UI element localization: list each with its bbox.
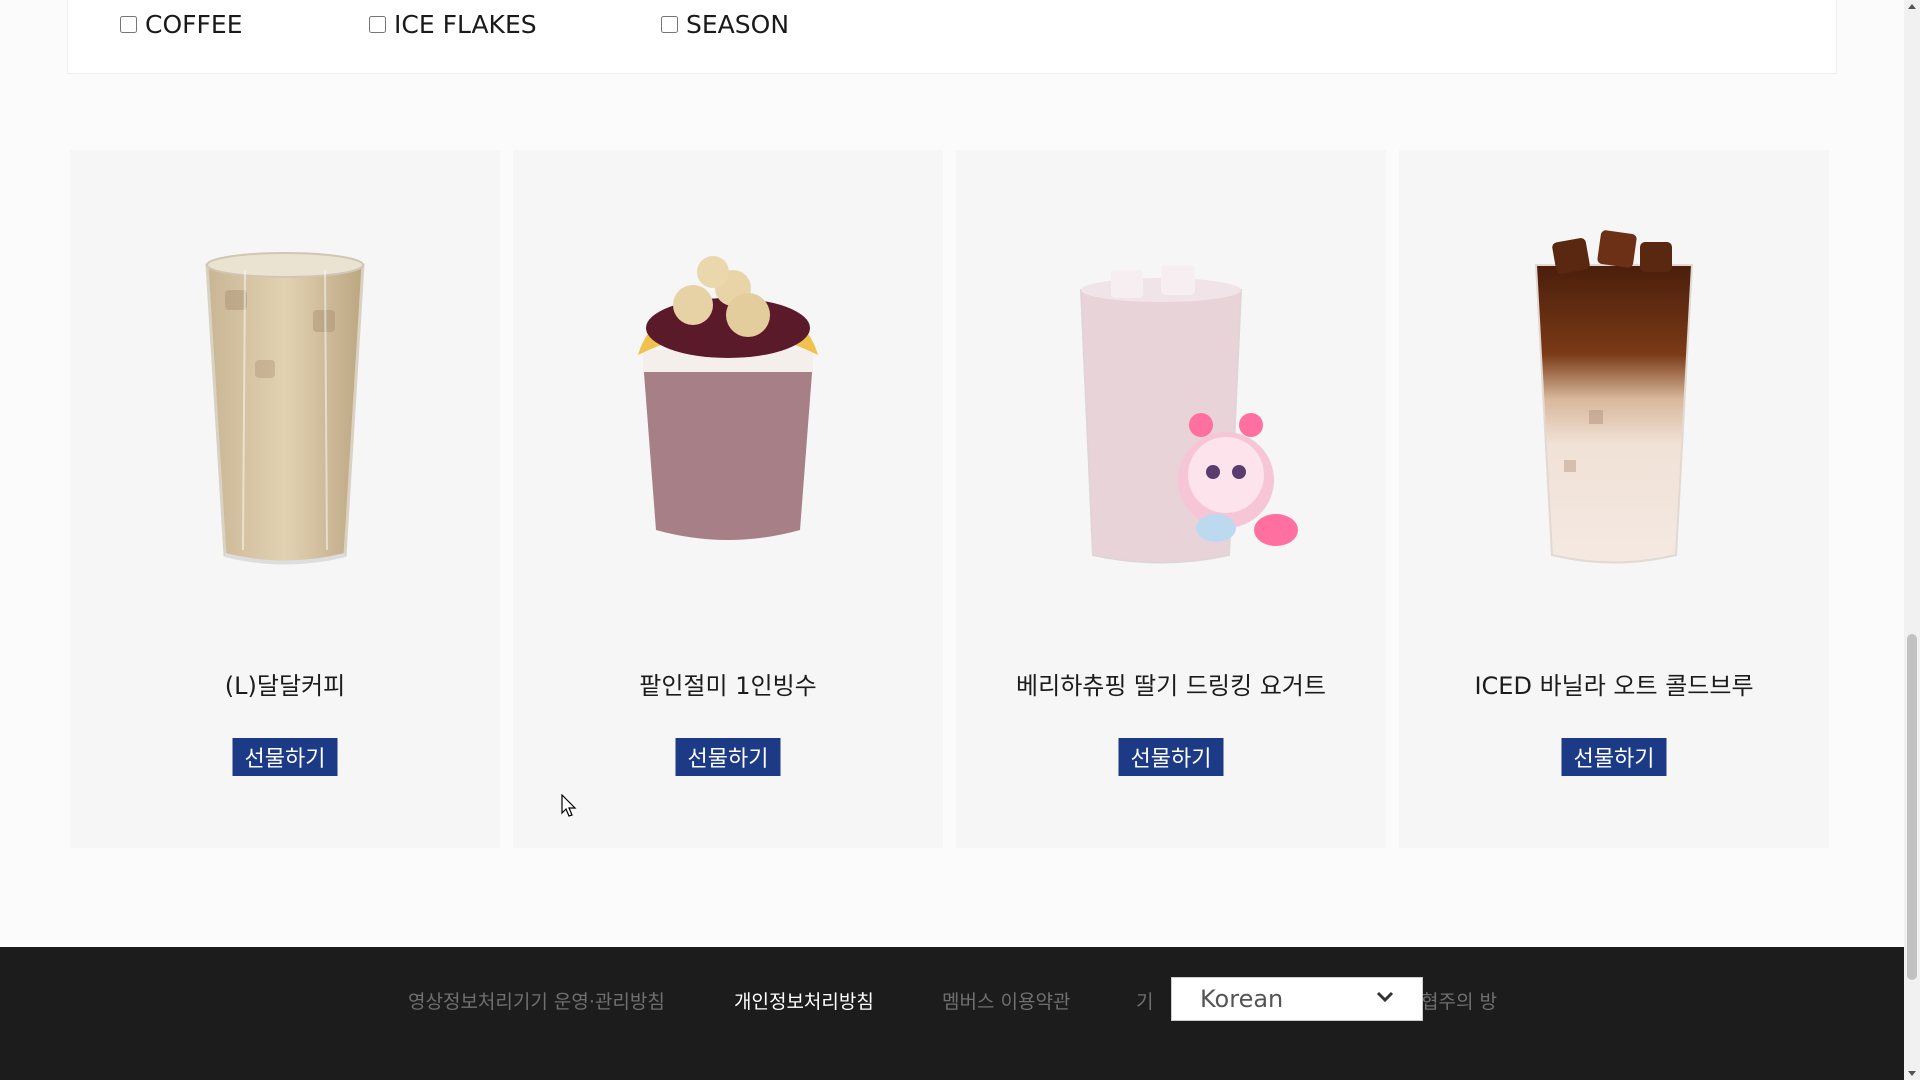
category-filter-bar: COFFEE ICE FLAKES SEASON bbox=[67, 0, 1837, 74]
site-footer: 영상정보처리기기 운영·관리방침 개인정보처리방침 멤버스 이용약관 기 협주의… bbox=[0, 947, 1904, 1080]
page: COFFEE ICE FLAKES SEASON (L)달달커피 선물하기 팥인… bbox=[0, 0, 1920, 1080]
product-image[interactable] bbox=[956, 210, 1386, 590]
scroll-up-icon[interactable] bbox=[1908, 4, 1916, 9]
filter-coffee-checkbox[interactable] bbox=[120, 16, 137, 33]
product-image[interactable] bbox=[1399, 210, 1829, 590]
footer-link-partial[interactable]: 기 bbox=[1136, 987, 1153, 1014]
product-name: 베리하츄핑 딸기 드링킹 요거트 bbox=[1016, 672, 1326, 700]
filter-coffee[interactable]: COFFEE bbox=[120, 10, 243, 39]
gift-button[interactable]: 선물하기 bbox=[232, 738, 338, 776]
footer-link-cctv-policy[interactable]: 영상정보처리기기 운영·관리방침 bbox=[408, 987, 665, 1014]
filter-season-label: SEASON bbox=[686, 10, 790, 39]
filter-coffee-label: COFFEE bbox=[145, 10, 243, 39]
filter-season[interactable]: SEASON bbox=[661, 10, 789, 39]
footer-links: 영상정보처리기기 운영·관리방침 개인정보처리방침 멤버스 이용약관 기 협주의… bbox=[0, 987, 1904, 1017]
language-select-value: Korean bbox=[1200, 985, 1284, 1013]
product-name: (L)달달커피 bbox=[224, 672, 346, 700]
page-scrollbar[interactable] bbox=[1904, 0, 1920, 1080]
product-card[interactable]: 베리하츄핑 딸기 드링킹 요거트 선물하기 bbox=[956, 150, 1386, 848]
filter-ice-flakes[interactable]: ICE FLAKES bbox=[369, 10, 537, 39]
product-card[interactable]: ICED 바닐라 오트 콜드브루 선물하기 bbox=[1399, 150, 1829, 848]
product-name: ICED 바닐라 오트 콜드브루 bbox=[1474, 672, 1754, 700]
product-image[interactable] bbox=[70, 210, 500, 590]
gift-button[interactable]: 선물하기 bbox=[1561, 738, 1667, 776]
footer-link-partial-2[interactable]: 협주의 방 bbox=[1421, 987, 1497, 1014]
filter-ice-flakes-checkbox[interactable] bbox=[369, 16, 386, 33]
footer-link-members-terms[interactable]: 멤버스 이용약관 bbox=[942, 987, 1070, 1014]
scrollbar-thumb[interactable] bbox=[1907, 634, 1917, 980]
chevron-down-icon bbox=[1376, 991, 1394, 1003]
scroll-down-icon[interactable] bbox=[1908, 1071, 1916, 1076]
mouse-cursor-icon bbox=[561, 794, 577, 817]
product-card[interactable]: (L)달달커피 선물하기 bbox=[70, 150, 500, 848]
product-image[interactable] bbox=[513, 210, 943, 590]
filter-season-checkbox[interactable] bbox=[661, 16, 678, 33]
filter-ice-flakes-label: ICE FLAKES bbox=[394, 10, 537, 39]
footer-link-privacy-policy[interactable]: 개인정보처리방침 bbox=[734, 987, 874, 1014]
gift-button[interactable]: 선물하기 bbox=[675, 738, 781, 776]
gift-button[interactable]: 선물하기 bbox=[1118, 738, 1224, 776]
product-name: 팥인절미 1인빙수 bbox=[639, 672, 817, 700]
language-select[interactable]: Korean bbox=[1171, 977, 1423, 1021]
product-card[interactable]: 팥인절미 1인빙수 선물하기 bbox=[513, 150, 943, 848]
